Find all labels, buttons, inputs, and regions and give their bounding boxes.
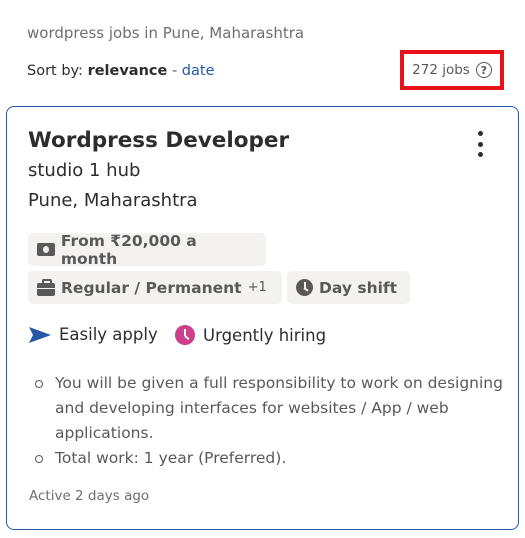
job-location: Pune, Maharashtra (28, 190, 198, 211)
easily-apply-attribute: Easily apply (29, 325, 158, 344)
search-query-heading: wordpress jobs in Pune, Maharashtra (27, 24, 305, 42)
active-date: Active 2 days ago (29, 488, 150, 504)
sort-separator: - (167, 63, 182, 79)
sort-label: Sort by: (27, 63, 83, 79)
job-title[interactable]: Wordpress Developer (28, 128, 289, 153)
money-icon (37, 243, 55, 256)
more-options-icon[interactable] (473, 131, 487, 157)
shift-text: Day shift (319, 278, 398, 297)
easily-apply-text: Easily apply (59, 325, 158, 344)
job-snippet: You will be given a full responsibility … (31, 371, 515, 471)
salary-text: From ₹20,000 a month (60, 231, 197, 268)
job-type-chip: Regular / Permanent +1 (28, 271, 282, 304)
shift-chip: Day shift (287, 271, 410, 304)
salary-chip: From ₹20,000 a month (28, 231, 266, 268)
briefcase-icon (37, 278, 55, 296)
send-arrow-icon (29, 326, 51, 343)
job-type-more-count: +1 (247, 280, 267, 295)
snippet-item: Total work: 1 year (Preferred). (35, 446, 515, 471)
urgently-hiring-text: Urgently hiring (203, 325, 327, 345)
clock-icon (296, 279, 313, 296)
job-type-text: Regular / Permanent (61, 278, 242, 297)
snippet-item: You will be given a full responsibility … (35, 371, 515, 446)
sort-relevance-option[interactable]: relevance (88, 63, 168, 79)
sort-bar: Sort by: relevance - date (27, 63, 215, 79)
job-count-highlight: 272 jobs ? (400, 50, 504, 90)
urgently-hiring-attribute: Urgently hiring (175, 325, 326, 345)
company-name: studio 1 hub (28, 160, 141, 181)
help-icon[interactable]: ? (475, 62, 492, 78)
job-card[interactable]: Wordpress Developer studio 1 hub Pune, M… (6, 106, 519, 530)
sort-date-link[interactable]: date (182, 63, 215, 79)
urgent-clock-icon (175, 325, 195, 345)
job-count: 272 jobs (412, 62, 470, 78)
